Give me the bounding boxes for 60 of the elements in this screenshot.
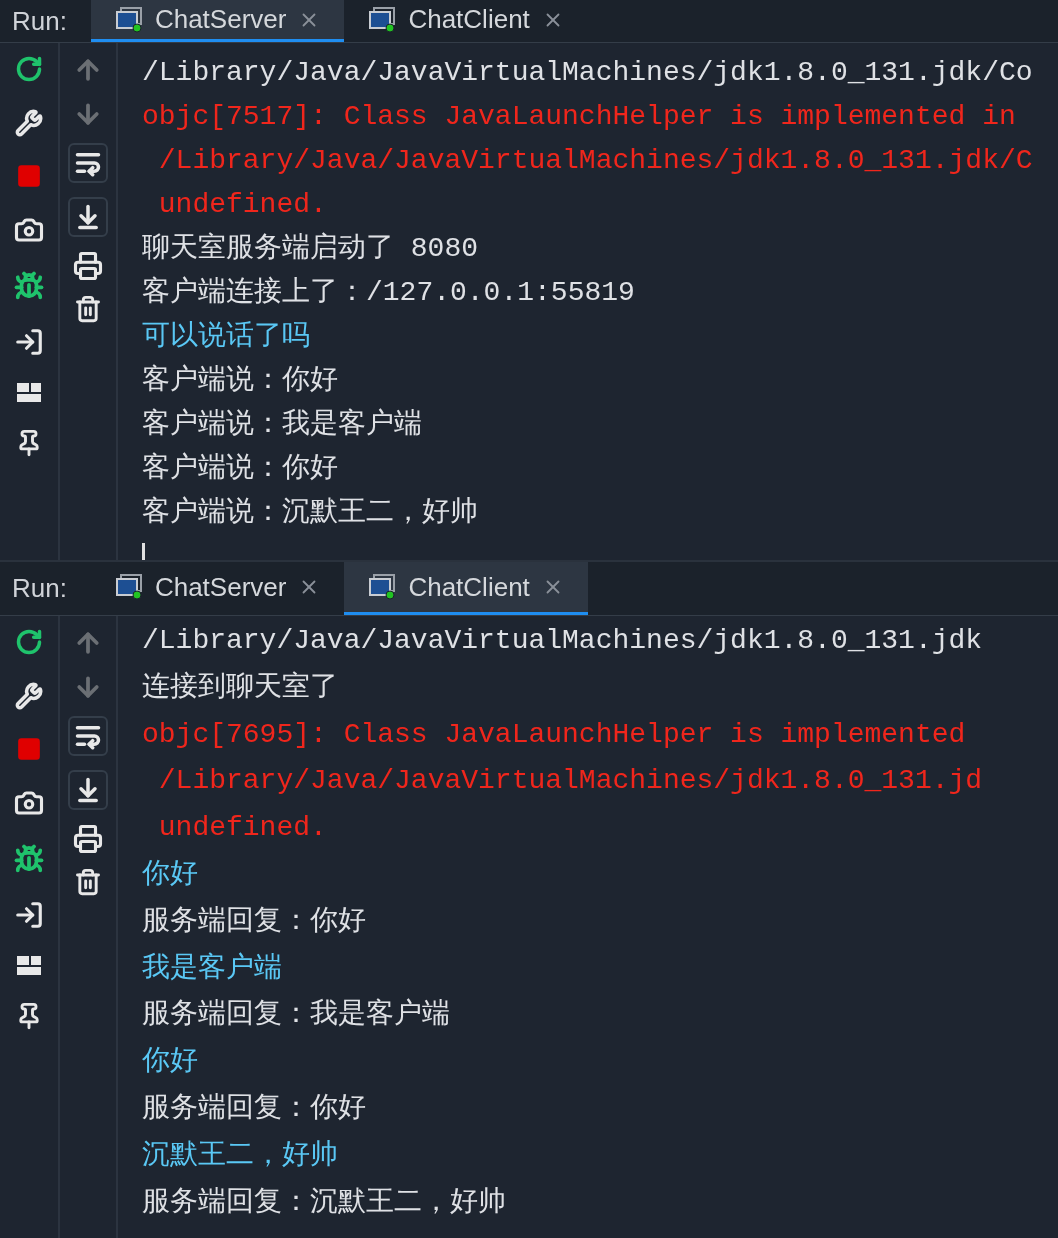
console-line: 客户端说：你好 (142, 363, 339, 398)
console-line: 客户端说：你好 (142, 451, 339, 486)
console-line: undefined. (157, 188, 328, 222)
console-line: 我是客户端 (142, 951, 283, 986)
camera-icon[interactable] (14, 788, 44, 818)
console-line: /Library/Java/JavaVirtualMachines/jdk1.8.0_131.jdk/C (157, 144, 1033, 178)
layout-icon[interactable] (17, 956, 41, 976)
soft-wrap-button[interactable] (68, 716, 108, 756)
scroll-to-end-button[interactable] (68, 770, 108, 810)
soft-wrap-button[interactable] (68, 143, 108, 183)
run-tab[interactable]: ChatServer (90, 0, 345, 42)
console-line: 客户端说：沉默王二，好帅 (142, 495, 479, 530)
bug-icon[interactable] (14, 844, 44, 874)
exit-icon[interactable] (14, 900, 44, 930)
window-icon (114, 574, 143, 600)
console-line: 客户端说：我是客户端 (142, 407, 423, 442)
tab-label: ChatServer (154, 3, 287, 36)
exit-icon[interactable] (14, 327, 44, 357)
console-line: objc[7695]: Class JavaLaunchHelper is implemented (142, 717, 967, 752)
run-tab[interactable]: ChatClient (344, 562, 588, 615)
console-line: 聊天室服务端启动了 8080 (142, 231, 479, 266)
rerun-icon[interactable] (15, 628, 43, 656)
console-line: 服务端回复：沉默王二，好帅 (142, 1185, 507, 1220)
tab-label: ChatClient (408, 570, 530, 604)
console-line: 服务端回复：你好 (142, 1091, 367, 1126)
camera-icon[interactable] (14, 215, 44, 245)
console-line: 连接到聊天室了 (142, 670, 339, 705)
scroll-to-end-button[interactable] (68, 197, 108, 237)
window-icon (368, 574, 397, 600)
bug-icon[interactable] (14, 271, 44, 301)
layout-icon[interactable] (17, 383, 41, 403)
window-icon (368, 6, 397, 33)
wrench-icon[interactable] (15, 682, 43, 710)
run-tab[interactable]: ChatClient (344, 0, 588, 42)
wrench-icon[interactable] (15, 109, 43, 137)
run-label: Run: (11, 572, 68, 605)
stop-icon[interactable] (16, 163, 42, 189)
tab-label: ChatServer (154, 570, 287, 604)
tab-label: ChatClient (408, 3, 530, 36)
printer-icon[interactable] (73, 824, 103, 854)
console-line: 你好 (142, 1045, 199, 1080)
console-line: 沉默王二，好帅 (142, 1138, 339, 1173)
trash-icon[interactable] (74, 295, 102, 323)
printer-icon[interactable] (73, 251, 103, 281)
stop-icon[interactable] (16, 736, 42, 762)
console-line: 服务端回复：我是客户端 (142, 997, 451, 1033)
run-label: Run: (11, 4, 68, 38)
console-line: undefined. (157, 811, 328, 846)
console-line: /Library/Java/JavaVirtualMachines/jdk1.8.0_131.jdk (142, 624, 983, 658)
console-line: 服务端回复：你好 (142, 904, 367, 939)
rerun-icon[interactable] (15, 55, 43, 83)
trash-icon[interactable] (74, 868, 102, 896)
console-line: /Library/Java/JavaVirtualMachines/jdk1.8.0_131.jdk/Co (142, 56, 1033, 90)
console-line: 可以说话了吗 (142, 320, 311, 354)
run-tab[interactable]: ChatServer (90, 562, 345, 615)
console-line: objc[7517]: Class JavaLaunchHelper is implemented in (142, 100, 1017, 134)
console-line: /Library/Java/JavaVirtualMachines/jdk1.8.0_131.jd (157, 764, 983, 799)
window-icon (114, 6, 143, 33)
console-line: 你好 (142, 858, 199, 892)
console-line: 客户端连接上了：/127.0.0.1:55819 (142, 275, 636, 310)
